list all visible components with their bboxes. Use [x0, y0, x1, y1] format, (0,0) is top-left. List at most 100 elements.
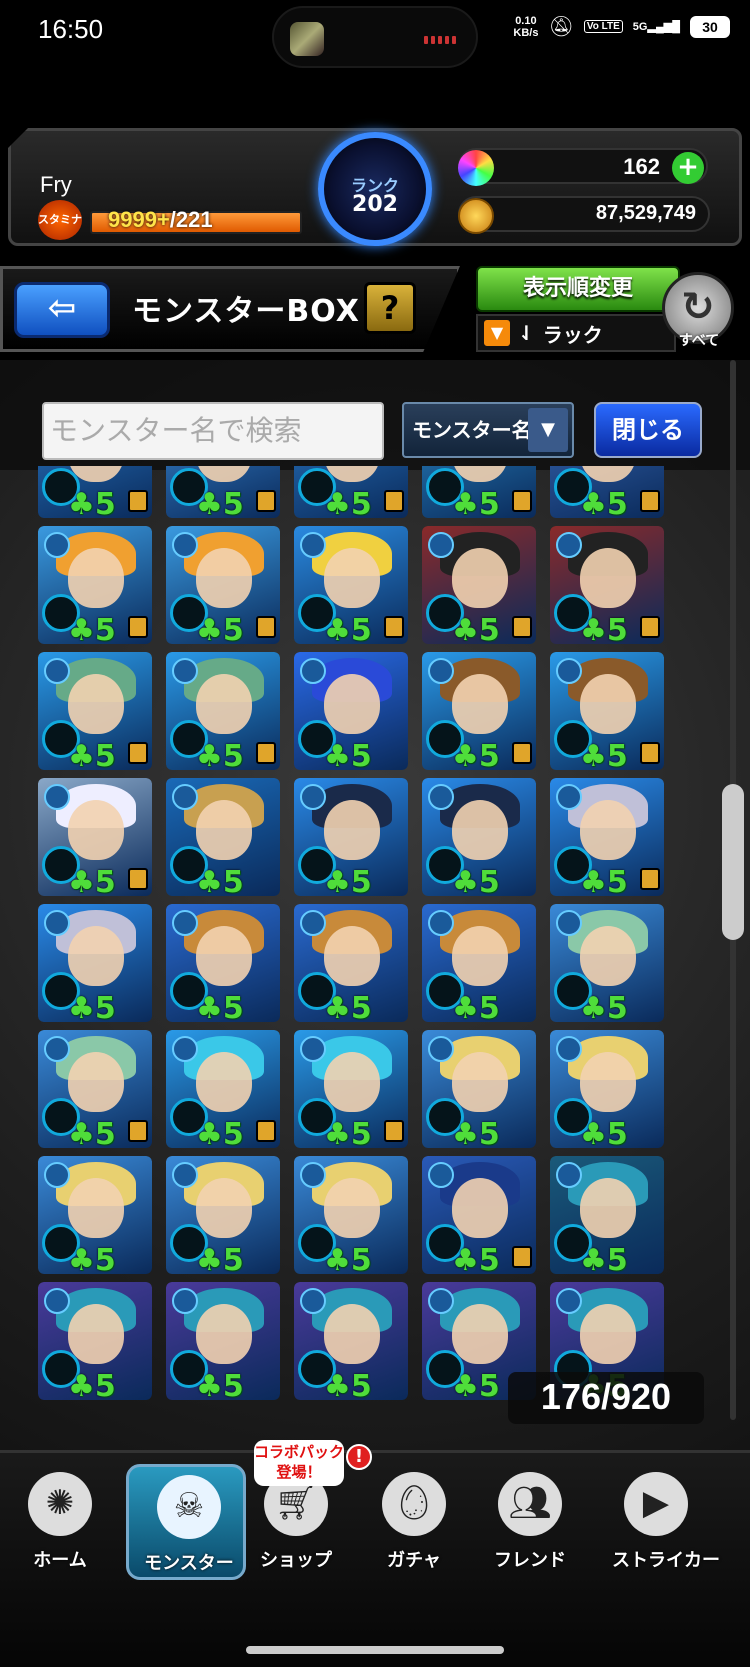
nav-label: フレンド: [494, 1550, 566, 1571]
clover-icon: ♣: [580, 613, 607, 644]
luck-label: ♣5: [324, 991, 372, 1022]
chevron-down-icon: ▼: [528, 408, 568, 452]
monster-card[interactable]: ♣5: [38, 1282, 152, 1400]
portrait-face: [452, 926, 508, 986]
clover-icon: ♣: [324, 1369, 351, 1400]
monster-card[interactable]: ♣5: [166, 1282, 280, 1400]
element-icon: [172, 658, 198, 684]
monster-card[interactable]: ♣5: [38, 1156, 152, 1274]
nav-home[interactable]: ✺ ホーム: [0, 1464, 120, 1580]
monster-card[interactable]: ♣5: [294, 778, 408, 896]
monster-card[interactable]: ♣5: [550, 526, 664, 644]
element-icon: [44, 910, 70, 936]
monster-card[interactable]: ♣5: [166, 778, 280, 896]
clover-icon: ♣: [452, 865, 479, 896]
luck-label: ♣5: [452, 739, 500, 770]
scrollbar-thumb[interactable]: [722, 784, 744, 940]
monster-card[interactable]: ♣5: [38, 652, 152, 770]
monster-card[interactable]: ♣5: [550, 466, 664, 518]
portrait-face: [452, 800, 508, 860]
monster-card[interactable]: ♣5: [422, 778, 536, 896]
lock-icon: [512, 742, 532, 764]
lock-icon: [640, 868, 660, 890]
portrait-face: [580, 674, 636, 734]
add-orb-button[interactable]: +: [672, 152, 704, 184]
luck-label: ♣5: [580, 1243, 628, 1274]
luck-label: ♣5: [452, 991, 500, 1022]
stamina-text: 9999+/221: [108, 207, 213, 232]
monster-card[interactable]: ♣5: [38, 778, 152, 896]
element-icon: [428, 532, 454, 558]
portrait-face: [196, 1178, 252, 1238]
monster-card[interactable]: ♣5: [38, 904, 152, 1022]
box-counter: 176/920: [508, 1372, 704, 1424]
monster-card[interactable]: ♣5: [422, 904, 536, 1022]
monster-card[interactable]: ♣5: [294, 466, 408, 518]
monster-card[interactable]: ♣5: [294, 1156, 408, 1274]
element-icon: [300, 1162, 326, 1188]
monster-card[interactable]: ♣5: [550, 904, 664, 1022]
monster-card[interactable]: ♣5: [294, 526, 408, 644]
monster-card[interactable]: ♣5: [38, 1030, 152, 1148]
monster-card[interactable]: ♣5: [550, 652, 664, 770]
monster-card[interactable]: ♣5: [38, 466, 152, 518]
monster-card[interactable]: ♣5: [166, 904, 280, 1022]
help-button[interactable]: ?: [364, 282, 416, 334]
nav-monster[interactable]: ☠ モンスター: [126, 1464, 246, 1580]
monster-card[interactable]: ♣5: [166, 526, 280, 644]
monster-card[interactable]: ♣5: [422, 652, 536, 770]
monster-card[interactable]: ♣5: [166, 466, 280, 518]
portrait-face: [68, 674, 124, 734]
monster-card[interactable]: ♣5: [422, 1156, 536, 1274]
clover-icon: ♣: [196, 739, 223, 770]
portrait-face: [324, 1178, 380, 1238]
home-indicator[interactable]: [246, 1646, 504, 1654]
luck-label: ♣5: [196, 865, 244, 896]
luck-label: ♣5: [324, 1369, 372, 1400]
monster-card[interactable]: ♣5: [550, 1156, 664, 1274]
clover-icon: ♣: [68, 613, 95, 644]
portrait-face: [580, 548, 636, 608]
luck-label: ♣5: [68, 1117, 116, 1148]
collab-pack-bubble[interactable]: コラボパック 登場！: [254, 1440, 344, 1486]
clover-icon: ♣: [196, 613, 223, 644]
clock: 16:50: [38, 14, 104, 44]
nav-striker[interactable]: ▶ ストライカー: [596, 1464, 736, 1580]
monster-card[interactable]: ♣5: [550, 1030, 664, 1148]
monster-card[interactable]: ♣5: [422, 1030, 536, 1148]
luck-label: ♣5: [452, 865, 500, 896]
monster-card[interactable]: ♣5: [294, 1030, 408, 1148]
clover-icon: ♣: [580, 487, 607, 518]
monster-card[interactable]: ♣5: [166, 1030, 280, 1148]
monster-card[interactable]: ♣5: [294, 904, 408, 1022]
element-icon: [428, 658, 454, 684]
monster-card[interactable]: ♣5: [422, 526, 536, 644]
monster-card[interactable]: ♣5: [38, 526, 152, 644]
luck-label: ♣5: [196, 487, 244, 518]
portrait-face: [68, 1178, 124, 1238]
sort-criteria[interactable]: ▼ ⇃ ラック: [476, 314, 676, 352]
clover-icon: ♣: [324, 613, 351, 644]
monster-card[interactable]: ♣5: [550, 778, 664, 896]
monster-card[interactable]: ♣5: [294, 652, 408, 770]
clover-icon: ♣: [68, 739, 95, 770]
element-icon: [556, 784, 582, 810]
close-search-button[interactable]: 閉じる: [594, 402, 702, 458]
sort-order-button[interactable]: 表示順変更: [476, 266, 680, 312]
search-input[interactable]: モンスター名で検索: [42, 402, 384, 460]
nav-egg[interactable]: 🥚︎ ガチャ: [354, 1464, 474, 1580]
clover-icon: ♣: [324, 739, 351, 770]
back-button[interactable]: ⇦: [14, 282, 110, 338]
monster-card[interactable]: ♣5: [166, 652, 280, 770]
luck-label: ♣5: [452, 1243, 500, 1274]
search-type-select[interactable]: モンスター名 ▼: [402, 402, 574, 458]
luck-label: ♣5: [196, 1243, 244, 1274]
arrow-left-icon: ⇦: [47, 288, 77, 328]
monster-card[interactable]: ♣5: [166, 1156, 280, 1274]
monster-card[interactable]: ♣5: [294, 1282, 408, 1400]
luck-label: ♣5: [452, 1117, 500, 1148]
nav-friends[interactable]: 👥︎ フレンド: [470, 1464, 590, 1580]
portrait-face: [452, 1178, 508, 1238]
monster-card[interactable]: ♣5: [422, 466, 536, 518]
portrait-face: [324, 548, 380, 608]
